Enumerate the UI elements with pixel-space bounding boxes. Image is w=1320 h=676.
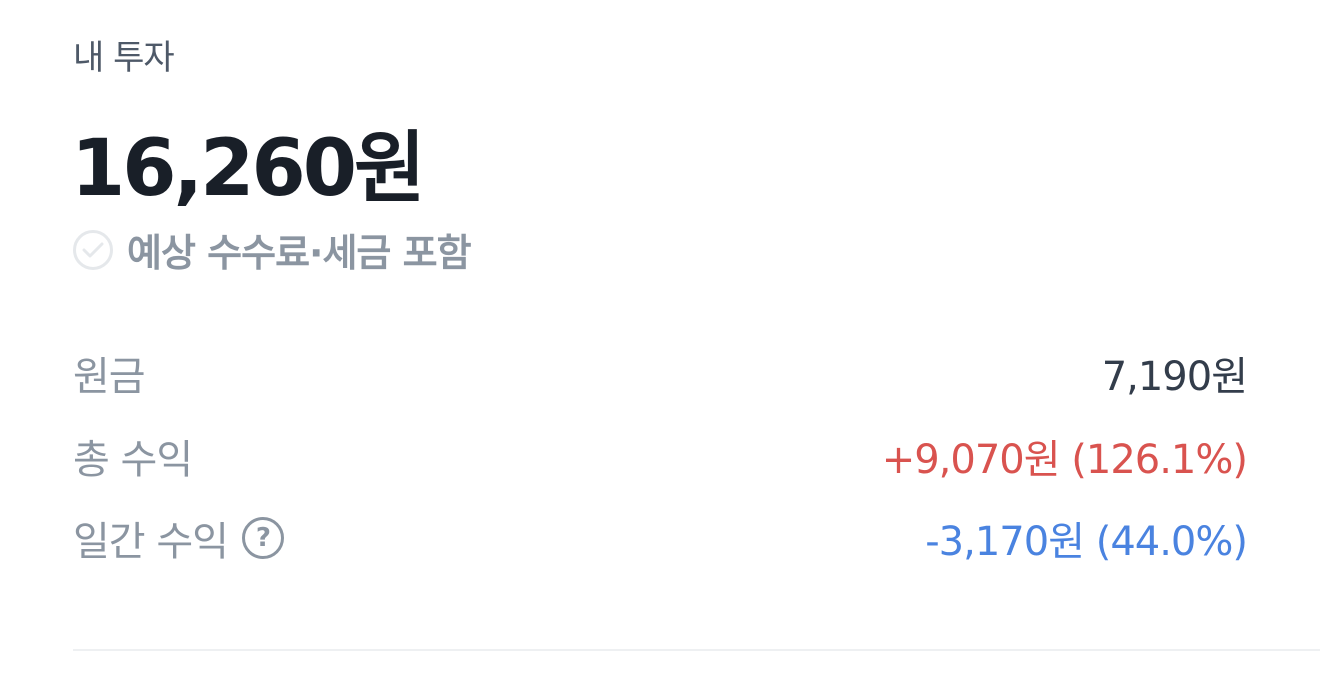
principal-value: 7,190원 [1101,354,1248,400]
total-return-label: 총 수익 [73,437,193,483]
check-circle-icon [73,229,113,270]
total-return-value: +9,070원 (126.1%) [881,437,1248,483]
question-circle-icon[interactable]: ? [241,517,284,559]
total-return-row: 총 수익 +9,070원 (126.1%) [73,428,1248,484]
daily-return-row: 일간 수익 ? -3,170원 (44.0%) [73,509,1248,567]
daily-return-label: 일간 수익 [73,519,229,565]
fee-tax-toggle-label: 예상 수수료·세금 포함 [127,231,472,275]
principal-label: 원금 [73,354,146,400]
section-title: 내 투자 [73,38,175,78]
divider [73,649,1320,651]
fee-tax-toggle[interactable]: 예상 수수료·세금 포함 [73,222,472,277]
daily-return-label-group: 일간 수익 ? [73,509,284,567]
my-investment-screen: 내 투자 16,260원 예상 수수료·세금 포함 원금 7,190원 총 수익… [0,0,1320,676]
daily-return-value: -3,170원 (44.0%) [925,519,1248,565]
total-amount: 16,260원 [71,124,426,214]
principal-row: 원금 7,190원 [73,345,1248,401]
